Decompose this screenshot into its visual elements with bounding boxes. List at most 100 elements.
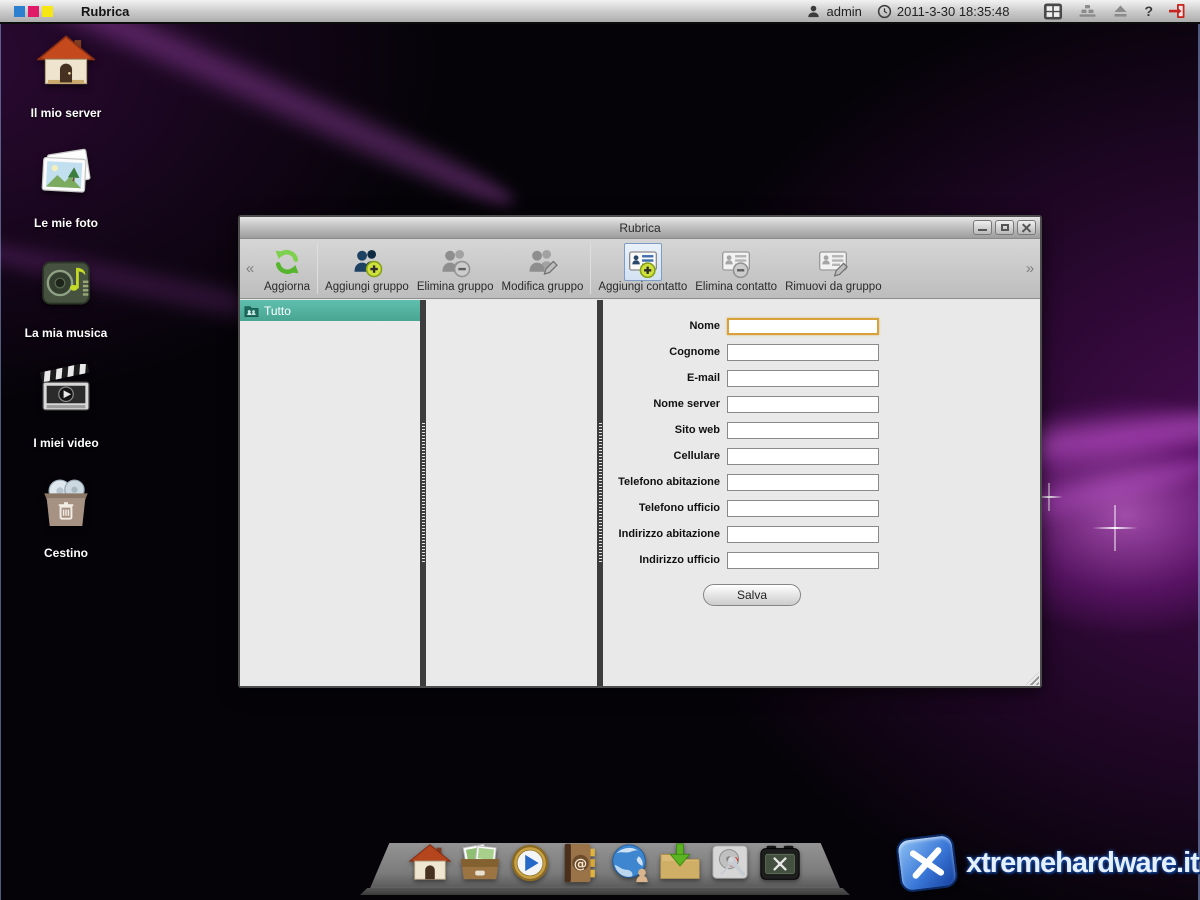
photo-box-icon [457, 840, 503, 886]
contact-form: Nome Cognome E-mail Nome server Sito web… [603, 300, 1040, 606]
desktop-item-label: I miei video [33, 436, 98, 450]
toolbar-separator [590, 243, 591, 294]
contact-remove-icon [720, 246, 752, 278]
toolbar-button-aggiungi-contatto[interactable]: Aggiungi contatto [594, 239, 691, 298]
window-content: Tutto Nome Cognome E-mail Nome server Si… [240, 300, 1040, 686]
field-label-nome-server: Nome server [603, 398, 727, 410]
desktop-item-trash[interactable]: Cestino [16, 474, 116, 584]
x-glyph [906, 842, 948, 884]
dock-item-address-book[interactable]: @ [557, 840, 603, 886]
cognome-field[interactable] [727, 344, 879, 361]
server-home-icon [37, 34, 95, 92]
toolbar-button-label: Elimina gruppo [417, 281, 494, 293]
desktop-item-video[interactable]: I miei video [16, 364, 116, 474]
dock-item-media-player[interactable] [507, 840, 553, 886]
desktop-icons: Il mio server Le mie foto La [16, 34, 116, 584]
field-label-cellulare: Cellulare [603, 450, 727, 462]
toolbar-button-modifica-gruppo[interactable]: Modifica gruppo [498, 239, 588, 298]
nome-server-field[interactable] [727, 396, 879, 413]
toolbar-button-label: Modifica gruppo [502, 281, 584, 293]
close-button[interactable] [1017, 220, 1036, 235]
windows-grid-icon[interactable] [1043, 3, 1063, 20]
window-titlebar[interactable]: Rubrica [240, 217, 1040, 239]
clock: 2011-3-30 18:35:48 [877, 4, 1010, 19]
video-icon [37, 364, 95, 422]
desktop-item-label: Cestino [44, 546, 88, 560]
window-toolbar: « Aggiorna Aggiungi gruppo [240, 239, 1040, 299]
splitter-handle[interactable] [422, 423, 425, 563]
contact-list-panel[interactable] [426, 300, 597, 686]
group-list-item-tutto[interactable]: Tutto [240, 300, 420, 321]
group-edit-icon [526, 246, 558, 278]
network-globe-icon [607, 840, 653, 886]
user-menu[interactable]: admin [806, 4, 861, 19]
contact-remove-group-icon [817, 246, 849, 278]
eject-icon[interactable] [1112, 3, 1129, 19]
panel-splitter[interactable] [420, 300, 426, 686]
datetime: 2011-3-30 18:35:48 [897, 4, 1010, 19]
toolbar-button-label: Aggiungi contatto [598, 281, 687, 293]
dock-item-network[interactable] [607, 840, 653, 886]
download-folder-icon [657, 840, 703, 886]
desktop-item-label: Le mie foto [34, 216, 98, 230]
field-label-indirizzo-ufficio: Indirizzo ufficio [603, 554, 727, 566]
telefono-ufficio-field[interactable] [727, 500, 879, 517]
logout-icon[interactable] [1168, 3, 1186, 19]
field-label-cognome: Cognome [603, 346, 727, 358]
watermark-text: xtremehardware.it [966, 847, 1199, 880]
username: admin [826, 4, 861, 19]
network-places-icon[interactable] [1078, 3, 1097, 19]
system-tools-icon [757, 840, 803, 886]
window-title: Rubrica [619, 221, 660, 235]
toolbar-button-label: Elimina contatto [695, 281, 777, 293]
sito-web-field[interactable] [727, 422, 879, 439]
user-icon [806, 4, 821, 19]
toolbar-scroll-left[interactable]: « [240, 239, 260, 298]
indirizzo-abitazione-field[interactable] [727, 526, 879, 543]
field-label-email: E-mail [603, 372, 727, 384]
dock-item-download[interactable] [657, 840, 703, 886]
telefono-abitazione-field[interactable] [727, 474, 879, 491]
field-label-telefono-abitazione: Telefono abitazione [603, 476, 727, 488]
field-label-indirizzo-abitazione: Indirizzo abitazione [603, 528, 727, 540]
sparkle [1092, 505, 1138, 551]
rubrica-window: Rubrica « Aggiorna Aggi [238, 215, 1042, 688]
toolbar-button-aggiungi-gruppo[interactable]: Aggiungi gruppo [321, 239, 413, 298]
dock-item-disk-tools[interactable] [707, 840, 753, 886]
dock-item-home[interactable] [407, 840, 453, 886]
toolbar-button-label: Aggiorna [264, 281, 310, 293]
toolbar-button-label: Aggiungi gruppo [325, 281, 409, 293]
dock-item-system-tools[interactable] [757, 840, 803, 886]
minimize-button[interactable] [973, 220, 992, 235]
indirizzo-ufficio-field[interactable] [727, 552, 879, 569]
svg-text:@: @ [574, 857, 587, 872]
toolbar-scroll-right[interactable]: » [1020, 239, 1040, 298]
desktop-item-server[interactable]: Il mio server [16, 34, 116, 144]
toolbar-button-elimina-gruppo[interactable]: Elimina gruppo [413, 239, 498, 298]
desktop-item-music[interactable]: La mia musica [16, 254, 116, 364]
home-icon [407, 840, 453, 886]
group-list-panel[interactable]: Tutto [240, 300, 420, 686]
group-remove-icon [439, 246, 471, 278]
brand-logo [14, 6, 53, 17]
field-label-telefono-ufficio: Telefono ufficio [603, 502, 727, 514]
logo-square-magenta [28, 6, 39, 17]
cellulare-field[interactable] [727, 448, 879, 465]
maximize-button[interactable] [995, 220, 1014, 235]
splitter-handle[interactable] [599, 423, 602, 563]
save-button[interactable]: Salva [703, 584, 801, 606]
toolbar-button-elimina-contatto[interactable]: Elimina contatto [691, 239, 781, 298]
toolbar-button-aggiorna[interactable]: Aggiorna [260, 239, 314, 298]
field-label-sito-web: Sito web [603, 424, 727, 436]
dock-item-photos[interactable] [457, 840, 503, 886]
help-icon[interactable]: ? [1144, 3, 1153, 19]
desktop-item-photos[interactable]: Le mie foto [16, 144, 116, 254]
desktop-item-label: Il mio server [31, 106, 102, 120]
address-book-icon: @ [557, 840, 603, 886]
media-player-icon [507, 840, 553, 886]
music-icon [37, 254, 95, 312]
email-field[interactable] [727, 370, 879, 387]
screen-edge [0, 0, 1, 900]
nome-field[interactable] [727, 318, 879, 335]
toolbar-button-rimuovi-da-gruppo[interactable]: Rimuovi da gruppo [781, 239, 886, 298]
